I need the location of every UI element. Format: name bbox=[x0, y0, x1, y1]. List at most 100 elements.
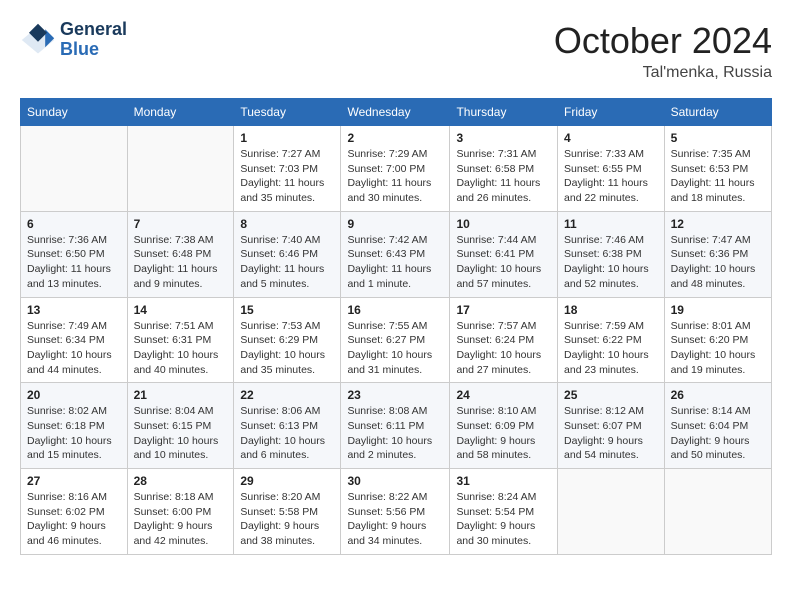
day-info: Sunrise: 7:55 AMSunset: 6:27 PMDaylight:… bbox=[347, 319, 443, 378]
day-number: 21 bbox=[134, 388, 228, 402]
weekday-header-wednesday: Wednesday bbox=[341, 99, 450, 126]
day-number: 22 bbox=[240, 388, 334, 402]
calendar-cell: 30 Sunrise: 8:22 AMSunset: 5:56 PMDayligh… bbox=[341, 469, 450, 555]
calendar-cell: 16Sunrise: 7:55 AMSunset: 6:27 PMDayligh… bbox=[341, 297, 450, 383]
day-number: 13 bbox=[27, 303, 121, 317]
calendar-cell: 1 Sunrise: 7:27 AMSunset: 7:03 PMDaylight… bbox=[234, 126, 341, 212]
calendar-cell: 2Sunrise: 7:29 AMSunset: 7:00 PMDaylight… bbox=[341, 126, 450, 212]
day-info: Sunrise: 7:46 AMSunset: 6:38 PMDaylight:… bbox=[564, 233, 658, 292]
week-row-2: 6 Sunrise: 7:36 AMSunset: 6:50 PMDaylight… bbox=[21, 211, 772, 297]
day-number: 18 bbox=[564, 303, 658, 317]
weekday-header-monday: Monday bbox=[127, 99, 234, 126]
calendar-cell: 21 Sunrise: 8:04 AMSunset: 6:15 PMDayligh… bbox=[127, 383, 234, 469]
calendar-cell: 20Sunrise: 8:02 AMSunset: 6:18 PMDayligh… bbox=[21, 383, 128, 469]
day-number: 9 bbox=[347, 217, 443, 231]
day-info: Sunrise: 7:51 AMSunset: 6:31 PMDaylight:… bbox=[134, 319, 228, 378]
calendar-cell: 22 Sunrise: 8:06 AMSunset: 6:13 PMDayligh… bbox=[234, 383, 341, 469]
logo-text: General Blue bbox=[60, 20, 127, 60]
day-number: 30 bbox=[347, 474, 443, 488]
day-number: 27 bbox=[27, 474, 121, 488]
day-info: Sunrise: 7:40 AMSunset: 6:46 PMDaylight:… bbox=[240, 233, 334, 292]
calendar-cell: 15 Sunrise: 7:53 AMSunset: 6:29 PMDayligh… bbox=[234, 297, 341, 383]
day-info: Sunrise: 8:12 AMSunset: 6:07 PMDaylight:… bbox=[564, 404, 658, 463]
calendar-cell: 3Sunrise: 7:31 AMSunset: 6:58 PMDaylight… bbox=[450, 126, 558, 212]
day-info: Sunrise: 7:27 AMSunset: 7:03 PMDaylight:… bbox=[240, 147, 334, 206]
calendar: SundayMondayTuesdayWednesdayThursdayFrid… bbox=[20, 98, 772, 555]
logo-icon bbox=[20, 22, 56, 58]
calendar-cell: 18 Sunrise: 7:59 AMSunset: 6:22 PMDayligh… bbox=[558, 297, 665, 383]
calendar-cell: 26 Sunrise: 8:14 AMSunset: 6:04 PMDayligh… bbox=[664, 383, 771, 469]
day-number: 23 bbox=[347, 388, 443, 402]
calendar-cell: 9 Sunrise: 7:42 AMSunset: 6:43 PMDaylight… bbox=[341, 211, 450, 297]
day-info: Sunrise: 8:04 AMSunset: 6:15 PMDaylight:… bbox=[134, 404, 228, 463]
day-number: 2 bbox=[347, 131, 443, 145]
calendar-cell bbox=[558, 469, 665, 555]
day-info: Sunrise: 7:44 AMSunset: 6:41 PMDaylight:… bbox=[456, 233, 551, 292]
calendar-cell: 13 Sunrise: 7:49 AMSunset: 6:34 PMDayligh… bbox=[21, 297, 128, 383]
day-number: 14 bbox=[134, 303, 228, 317]
day-number: 12 bbox=[671, 217, 765, 231]
weekday-header-sunday: Sunday bbox=[21, 99, 128, 126]
day-info: Sunrise: 8:08 AMSunset: 6:11 PMDaylight:… bbox=[347, 404, 443, 463]
calendar-cell bbox=[127, 126, 234, 212]
day-info: Sunrise: 8:20 AMSunset: 5:58 PMDaylight:… bbox=[240, 490, 334, 549]
calendar-cell: 10 Sunrise: 7:44 AMSunset: 6:41 PMDayligh… bbox=[450, 211, 558, 297]
logo-line1: General bbox=[60, 20, 127, 40]
weekday-header-thursday: Thursday bbox=[450, 99, 558, 126]
calendar-cell: 27 Sunrise: 8:16 AMSunset: 6:02 PMDayligh… bbox=[21, 469, 128, 555]
calendar-cell: 7Sunrise: 7:38 AMSunset: 6:48 PMDaylight… bbox=[127, 211, 234, 297]
day-info: Sunrise: 8:10 AMSunset: 6:09 PMDaylight:… bbox=[456, 404, 551, 463]
location-title: Tal'menka, Russia bbox=[554, 64, 772, 82]
calendar-body: 1 Sunrise: 7:27 AMSunset: 7:03 PMDaylight… bbox=[21, 126, 772, 555]
calendar-cell: 5 Sunrise: 7:35 AMSunset: 6:53 PMDaylight… bbox=[664, 126, 771, 212]
day-info: Sunrise: 8:22 AMSunset: 5:56 PMDaylight:… bbox=[347, 490, 443, 549]
day-info: Sunrise: 8:24 AMSunset: 5:54 PMDaylight:… bbox=[456, 490, 551, 549]
calendar-cell: 31Sunrise: 8:24 AMSunset: 5:54 PMDayligh… bbox=[450, 469, 558, 555]
day-number: 25 bbox=[564, 388, 658, 402]
weekday-header-saturday: Saturday bbox=[664, 99, 771, 126]
day-info: Sunrise: 8:01 AMSunset: 6:20 PMDaylight:… bbox=[671, 319, 765, 378]
day-number: 28 bbox=[134, 474, 228, 488]
day-number: 11 bbox=[564, 217, 658, 231]
day-number: 6 bbox=[27, 217, 121, 231]
day-number: 24 bbox=[456, 388, 551, 402]
week-row-3: 13 Sunrise: 7:49 AMSunset: 6:34 PMDayligh… bbox=[21, 297, 772, 383]
calendar-cell: 24 Sunrise: 8:10 AMSunset: 6:09 PMDayligh… bbox=[450, 383, 558, 469]
calendar-cell bbox=[664, 469, 771, 555]
day-number: 17 bbox=[456, 303, 551, 317]
day-info: Sunrise: 7:53 AMSunset: 6:29 PMDaylight:… bbox=[240, 319, 334, 378]
calendar-cell: 8Sunrise: 7:40 AMSunset: 6:46 PMDaylight… bbox=[234, 211, 341, 297]
day-info: Sunrise: 8:06 AMSunset: 6:13 PMDaylight:… bbox=[240, 404, 334, 463]
weekday-header-friday: Friday bbox=[558, 99, 665, 126]
calendar-cell: 29 Sunrise: 8:20 AMSunset: 5:58 PMDayligh… bbox=[234, 469, 341, 555]
day-number: 4 bbox=[564, 131, 658, 145]
day-info: Sunrise: 8:16 AMSunset: 6:02 PMDaylight:… bbox=[27, 490, 121, 549]
day-info: Sunrise: 8:02 AMSunset: 6:18 PMDaylight:… bbox=[27, 404, 121, 463]
day-info: Sunrise: 7:49 AMSunset: 6:34 PMDaylight:… bbox=[27, 319, 121, 378]
calendar-cell bbox=[21, 126, 128, 212]
day-info: Sunrise: 7:35 AMSunset: 6:53 PMDaylight:… bbox=[671, 147, 765, 206]
day-info: Sunrise: 7:38 AMSunset: 6:48 PMDaylight:… bbox=[134, 233, 228, 292]
day-number: 3 bbox=[456, 131, 551, 145]
page-header: General Blue October 2024 Tal'menka, Rus… bbox=[20, 20, 772, 82]
day-number: 5 bbox=[671, 131, 765, 145]
day-info: Sunrise: 7:36 AMSunset: 6:50 PMDaylight:… bbox=[27, 233, 121, 292]
week-row-1: 1 Sunrise: 7:27 AMSunset: 7:03 PMDaylight… bbox=[21, 126, 772, 212]
calendar-cell: 14 Sunrise: 7:51 AMSunset: 6:31 PMDayligh… bbox=[127, 297, 234, 383]
week-row-4: 20Sunrise: 8:02 AMSunset: 6:18 PMDayligh… bbox=[21, 383, 772, 469]
calendar-header: SundayMondayTuesdayWednesdayThursdayFrid… bbox=[21, 99, 772, 126]
logo: General Blue bbox=[20, 20, 127, 60]
day-number: 10 bbox=[456, 217, 551, 231]
day-number: 29 bbox=[240, 474, 334, 488]
calendar-cell: 11 Sunrise: 7:46 AMSunset: 6:38 PMDayligh… bbox=[558, 211, 665, 297]
calendar-cell: 19Sunrise: 8:01 AMSunset: 6:20 PMDayligh… bbox=[664, 297, 771, 383]
week-row-5: 27 Sunrise: 8:16 AMSunset: 6:02 PMDayligh… bbox=[21, 469, 772, 555]
calendar-cell: 17Sunrise: 7:57 AMSunset: 6:24 PMDayligh… bbox=[450, 297, 558, 383]
day-number: 26 bbox=[671, 388, 765, 402]
day-info: Sunrise: 8:14 AMSunset: 6:04 PMDaylight:… bbox=[671, 404, 765, 463]
day-number: 15 bbox=[240, 303, 334, 317]
day-info: Sunrise: 7:42 AMSunset: 6:43 PMDaylight:… bbox=[347, 233, 443, 292]
day-number: 1 bbox=[240, 131, 334, 145]
weekday-header-row: SundayMondayTuesdayWednesdayThursdayFrid… bbox=[21, 99, 772, 126]
day-info: Sunrise: 7:59 AMSunset: 6:22 PMDaylight:… bbox=[564, 319, 658, 378]
